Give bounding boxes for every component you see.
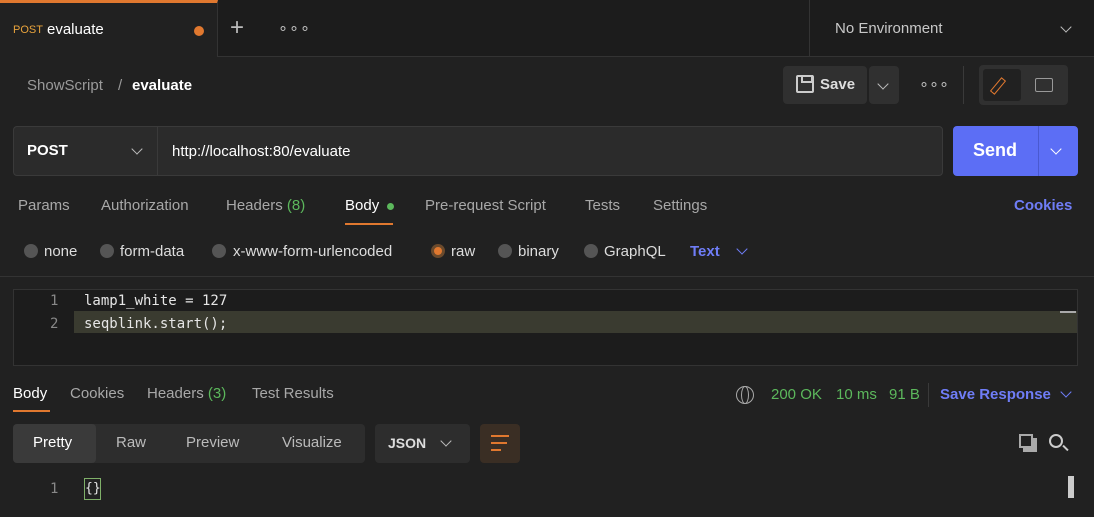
line-number: 1 xyxy=(50,293,59,309)
wrap-lines-icon xyxy=(491,435,509,437)
code-line[interactable]: seqblink.start(); xyxy=(84,316,227,332)
tab-headers-count: (8) xyxy=(286,197,306,214)
radio-raw[interactable] xyxy=(431,244,445,258)
more-actions-icon[interactable]: ∘∘∘ xyxy=(919,74,949,94)
tab-settings[interactable]: Settings xyxy=(653,197,707,214)
comment-icon[interactable] xyxy=(1035,78,1053,92)
tab-tests[interactable]: Tests xyxy=(585,197,620,214)
active-tab-underline xyxy=(13,410,50,412)
response-tab-body[interactable]: Body xyxy=(13,385,47,402)
ellipsis-icon[interactable]: ∘∘∘ xyxy=(278,18,311,38)
radio-label-form-data[interactable]: form-data xyxy=(120,243,184,260)
radio-form-data[interactable] xyxy=(100,244,114,258)
radio-label-raw[interactable]: raw xyxy=(451,243,475,260)
tab-params[interactable]: Params xyxy=(18,197,70,214)
plus-icon[interactable]: + xyxy=(230,14,244,42)
divider xyxy=(963,66,964,104)
environment-label: No Environment xyxy=(835,20,943,37)
status-code[interactable]: 200 OK xyxy=(771,386,822,403)
radio-graphql[interactable] xyxy=(584,244,598,258)
radio-label-graphql[interactable]: GraphQL xyxy=(604,243,666,260)
radio-urlencoded[interactable] xyxy=(212,244,226,258)
code-line[interactable]: lamp1_white = 127 xyxy=(84,293,227,309)
line-number: 1 xyxy=(50,481,59,497)
response-body-text[interactable]: {} xyxy=(84,478,101,500)
editor-scrollbar-marker[interactable] xyxy=(1060,311,1076,313)
body-active-dot xyxy=(387,203,394,210)
search-icon[interactable] xyxy=(1049,434,1063,448)
response-tab-headers-label: Headers xyxy=(147,385,204,402)
response-tab-test-results[interactable]: Test Results xyxy=(252,385,334,402)
globe-icon[interactable] xyxy=(736,386,754,404)
send-label: Send xyxy=(973,140,1018,160)
url-input[interactable] xyxy=(172,141,932,161)
divider xyxy=(0,276,1094,277)
tab-headers[interactable]: Headers (8) xyxy=(226,197,305,214)
view-mode-preview[interactable]: Preview xyxy=(186,434,239,451)
copy-icon[interactable] xyxy=(1019,434,1033,448)
response-tab-headers[interactable]: Headers (3) xyxy=(147,385,226,402)
save-response-button[interactable]: Save Response xyxy=(940,386,1051,403)
save-icon xyxy=(796,75,814,93)
tab-body[interactable]: Body xyxy=(345,197,379,214)
wrap-lines-icon xyxy=(491,449,501,451)
tab-headers-label: Headers xyxy=(226,197,283,214)
divider xyxy=(928,383,929,407)
active-tab-underline xyxy=(345,223,393,225)
chevron-down-icon xyxy=(1060,386,1072,398)
response-tab-headers-count: (3) xyxy=(207,385,227,402)
unsaved-indicator xyxy=(194,26,204,36)
tab-pre-request-script[interactable]: Pre-request Script xyxy=(425,197,546,214)
tab-authorization[interactable]: Authorization xyxy=(101,197,189,214)
radio-none[interactable] xyxy=(24,244,38,258)
line-number: 2 xyxy=(50,316,59,332)
raw-format-selector[interactable]: Text xyxy=(690,243,720,260)
radio-label-urlencoded[interactable]: x-www-form-urlencoded xyxy=(233,243,392,260)
save-label: Save xyxy=(820,76,856,93)
breadcrumb-separator: / xyxy=(118,77,123,94)
tab-method-label: POST xyxy=(13,24,43,36)
response-time[interactable]: 10 ms xyxy=(836,386,877,403)
response-format-label: JSON xyxy=(388,435,427,451)
tab-title: evaluate xyxy=(47,21,104,38)
method-label: POST xyxy=(27,142,68,159)
response-scrollbar[interactable] xyxy=(1068,476,1074,498)
view-mode-visualize[interactable]: Visualize xyxy=(282,434,342,451)
wrap-lines-icon xyxy=(491,442,507,444)
radio-label-binary[interactable]: binary xyxy=(518,243,559,260)
cookies-link[interactable]: Cookies xyxy=(1014,197,1072,214)
chevron-down-icon xyxy=(736,243,748,255)
radio-binary[interactable] xyxy=(498,244,512,258)
view-mode-raw[interactable]: Raw xyxy=(116,434,146,451)
response-tab-cookies[interactable]: Cookies xyxy=(70,385,124,402)
response-size[interactable]: 91 B xyxy=(889,386,920,403)
breadcrumb-request-name[interactable]: evaluate xyxy=(132,77,192,94)
breadcrumb-collection[interactable]: ShowScript xyxy=(27,77,103,94)
view-mode-pretty[interactable]: Pretty xyxy=(33,434,72,451)
radio-label-none[interactable]: none xyxy=(44,243,77,260)
